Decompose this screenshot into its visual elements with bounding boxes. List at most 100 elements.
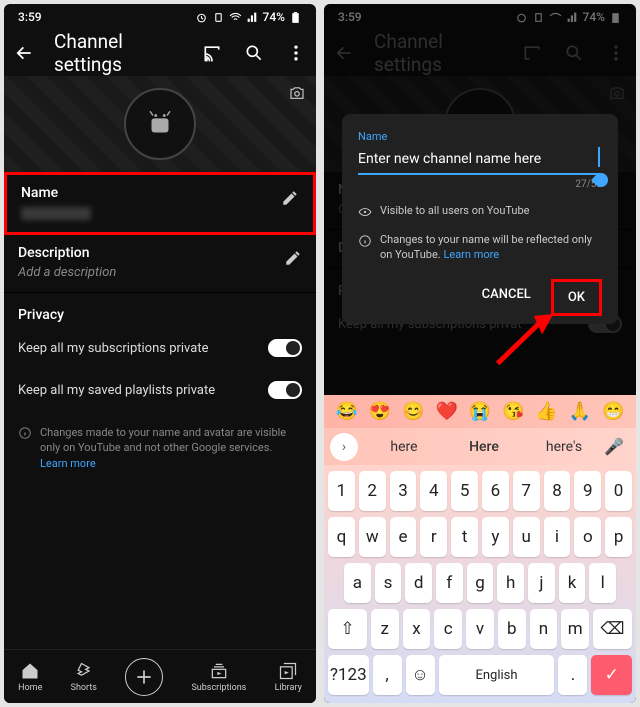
name-label: Name: [21, 185, 299, 201]
key-7[interactable]: 7: [513, 471, 540, 511]
key-j[interactable]: j: [528, 563, 555, 603]
key-u[interactable]: u: [513, 517, 540, 557]
playlists-private-row: Keep all my saved playlists private: [4, 369, 316, 411]
plus-icon: [134, 667, 154, 687]
name-section[interactable]: Name: [4, 172, 316, 235]
visibility-note: Visible to all users on YouTube: [358, 204, 602, 219]
key-0[interactable]: 0: [605, 471, 632, 511]
channel-avatar[interactable]: [124, 88, 196, 160]
key-i[interactable]: i: [544, 517, 571, 557]
subs-private-toggle[interactable]: [268, 339, 302, 357]
key-g[interactable]: g: [467, 563, 494, 603]
back-icon[interactable]: [14, 43, 34, 63]
edit-description-button[interactable]: [284, 249, 302, 271]
home-icon: [20, 661, 40, 681]
avatar-android-icon: [143, 107, 177, 141]
search-icon[interactable]: [244, 43, 264, 63]
expand-suggestions[interactable]: ›: [330, 433, 358, 461]
dialog-field-label: Name: [358, 130, 602, 143]
privacy-heading: Privacy: [4, 293, 316, 327]
emoji-key[interactable]: 👍: [535, 401, 557, 422]
key-l[interactable]: l: [589, 563, 616, 603]
library-icon: [278, 661, 298, 681]
pencil-icon: [284, 249, 302, 267]
playlists-private-toggle[interactable]: [268, 381, 302, 399]
edit-name-button[interactable]: [281, 189, 299, 211]
key-v[interactable]: v: [466, 609, 494, 649]
key-f[interactable]: f: [436, 563, 463, 603]
emoji-key[interactable]: 😭: [469, 401, 491, 422]
suggestion-3[interactable]: here's: [524, 439, 604, 455]
enter-key[interactable]: ✓: [591, 655, 632, 695]
key-t[interactable]: t: [451, 517, 478, 557]
key-w[interactable]: w: [359, 517, 386, 557]
suggestion-2[interactable]: Here: [444, 439, 524, 455]
key-3[interactable]: 3: [390, 471, 417, 511]
key-r[interactable]: r: [420, 517, 447, 557]
key-9[interactable]: 9: [574, 471, 601, 511]
signal-icon: [246, 11, 259, 24]
key-p[interactable]: p: [605, 517, 632, 557]
battery-text: 74%: [263, 10, 285, 24]
nav-library[interactable]: Library: [275, 661, 302, 693]
nav-create[interactable]: [125, 658, 163, 696]
channel-name-input[interactable]: Enter new channel name here: [358, 147, 602, 175]
shift-key[interactable]: ⇧: [328, 609, 367, 649]
period-key[interactable]: .: [558, 655, 587, 695]
comma-key[interactable]: ,: [373, 655, 402, 695]
learn-more-link[interactable]: Learn more: [443, 248, 499, 261]
emoji-switch-key[interactable]: ☺: [406, 655, 435, 695]
key-a[interactable]: a: [344, 563, 371, 603]
key-h[interactable]: h: [497, 563, 524, 603]
more-icon[interactable]: [286, 43, 306, 63]
nav-shorts[interactable]: Shorts: [71, 661, 97, 693]
emoji-key[interactable]: 😂: [335, 401, 357, 422]
key-s[interactable]: s: [375, 563, 402, 603]
key-c[interactable]: c: [434, 609, 462, 649]
symbols-key[interactable]: ?123: [328, 655, 369, 695]
emoji-key[interactable]: ❤️: [435, 401, 457, 422]
nav-subscriptions[interactable]: Subscriptions: [191, 661, 246, 693]
learn-more-link[interactable]: Learn more: [40, 457, 96, 470]
key-x[interactable]: x: [403, 609, 431, 649]
ok-button[interactable]: OK: [551, 279, 602, 316]
key-n[interactable]: n: [530, 609, 558, 649]
key-8[interactable]: 8: [544, 471, 571, 511]
key-m[interactable]: m: [561, 609, 589, 649]
key-z[interactable]: z: [371, 609, 399, 649]
description-label: Description: [18, 245, 302, 261]
backspace-key[interactable]: ⌫: [593, 609, 632, 649]
key-q[interactable]: q: [328, 517, 355, 557]
info-icon: [18, 426, 32, 440]
mic-button[interactable]: 🎤: [604, 437, 628, 456]
rename-dialog: Name Enter new channel name here 27/50 V…: [342, 114, 618, 324]
emoji-key[interactable]: 😁: [602, 401, 624, 422]
suggestion-1[interactable]: here: [364, 439, 444, 455]
emoji-row[interactable]: 😂 😍 😊 ❤️ 😭 😘 👍 🙏 😁: [324, 395, 636, 428]
emoji-key[interactable]: 🙏: [569, 401, 591, 422]
eye-icon: [358, 205, 372, 219]
cast-icon[interactable]: [202, 43, 222, 63]
key-2[interactable]: 2: [359, 471, 386, 511]
cancel-button[interactable]: CANCEL: [468, 279, 545, 316]
nav-home[interactable]: Home: [18, 661, 42, 693]
emoji-key[interactable]: 😊: [402, 401, 424, 422]
key-y[interactable]: y: [482, 517, 509, 557]
key-o[interactable]: o: [574, 517, 601, 557]
key-k[interactable]: k: [559, 563, 586, 603]
playlists-private-label: Keep all my saved playlists private: [18, 383, 215, 398]
key-5[interactable]: 5: [451, 471, 478, 511]
space-key[interactable]: English: [439, 655, 555, 695]
wifi-icon: [229, 11, 242, 24]
info-icon: [358, 234, 372, 248]
key-1[interactable]: 1: [328, 471, 355, 511]
key-4[interactable]: 4: [420, 471, 447, 511]
camera-banner-button[interactable]: [288, 84, 306, 106]
emoji-key[interactable]: 😍: [369, 401, 391, 422]
key-b[interactable]: b: [498, 609, 526, 649]
emoji-key[interactable]: 😘: [502, 401, 524, 422]
key-e[interactable]: e: [390, 517, 417, 557]
description-section[interactable]: Description Add a description: [4, 235, 316, 293]
key-6[interactable]: 6: [482, 471, 509, 511]
key-d[interactable]: d: [405, 563, 432, 603]
